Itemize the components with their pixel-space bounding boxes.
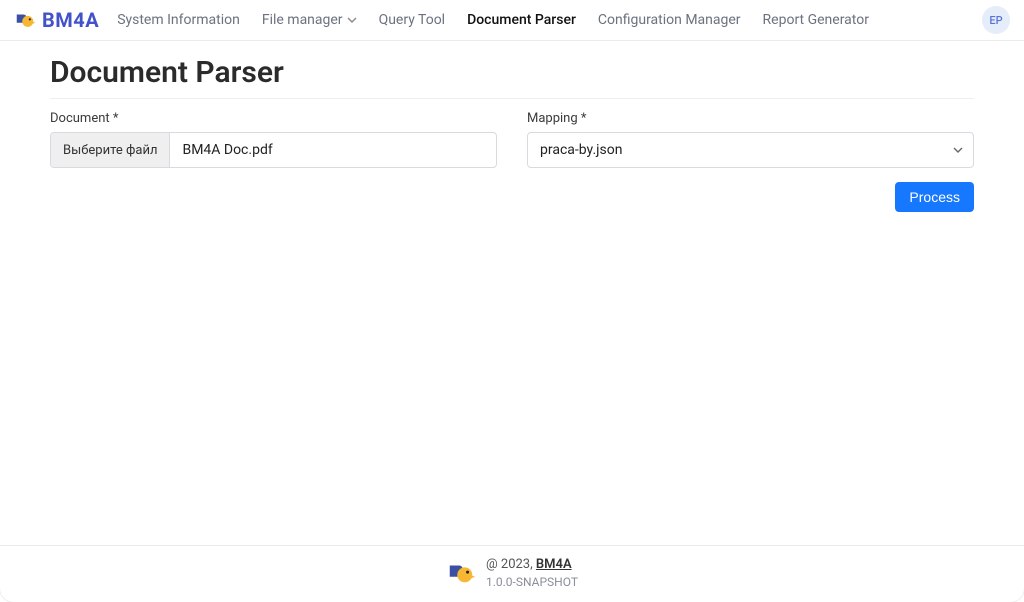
footer-brand-link[interactable]: BM4A [536, 557, 572, 572]
nav-item-report-generator[interactable]: Report Generator [763, 12, 869, 28]
form-actions: Process [50, 182, 974, 222]
selected-file-name: BM4A Doc.pdf [170, 133, 496, 167]
navbar: BM4A System Information File manager Que… [0, 0, 1024, 41]
chevron-down-icon [347, 15, 357, 25]
chevron-down-icon [953, 145, 963, 155]
document-field: Document * Выберите файл BM4A Doc.pdf [50, 111, 497, 168]
nav-item-configuration-manager[interactable]: Configuration Manager [598, 12, 741, 28]
mapping-selected-value: praca-by.json [540, 142, 622, 158]
footer-text: @ 2023, BM4A 1.0.0-SNAPSHOT [486, 556, 578, 590]
main-content: Document Parser Document * Выберите файл… [0, 41, 1024, 545]
puzzle-bird-icon [14, 9, 36, 31]
nav-item-file-manager[interactable]: File manager [262, 12, 357, 28]
nav-item-document-parser[interactable]: Document Parser [467, 12, 576, 28]
nav-item-query-tool[interactable]: Query Tool [379, 12, 446, 28]
document-label: Document * [50, 111, 497, 126]
copyright-text: @ 2023, [486, 557, 536, 572]
footer-version: 1.0.0-SNAPSHOT [486, 574, 578, 590]
brand-name: BM4A [42, 8, 99, 32]
nav-items: System Information File manager Query To… [117, 12, 869, 28]
page-title: Document Parser [50, 55, 974, 98]
user-avatar[interactable]: EP [982, 6, 1010, 34]
mapping-label: Mapping * [527, 111, 974, 126]
document-file-input[interactable]: Выберите файл BM4A Doc.pdf [50, 132, 497, 168]
brand-logo[interactable]: BM4A [14, 8, 99, 32]
form-row: Document * Выберите файл BM4A Doc.pdf Ma… [50, 111, 974, 168]
nav-item-system-information[interactable]: System Information [117, 12, 240, 28]
mapping-field: Mapping * praca-by.json [527, 111, 974, 168]
process-button[interactable]: Process [895, 182, 974, 212]
title-divider [50, 98, 974, 99]
choose-file-button[interactable]: Выберите файл [51, 133, 170, 167]
puzzle-bird-icon [446, 558, 476, 588]
mapping-select[interactable]: praca-by.json [527, 132, 974, 168]
footer: @ 2023, BM4A 1.0.0-SNAPSHOT [0, 545, 1024, 602]
